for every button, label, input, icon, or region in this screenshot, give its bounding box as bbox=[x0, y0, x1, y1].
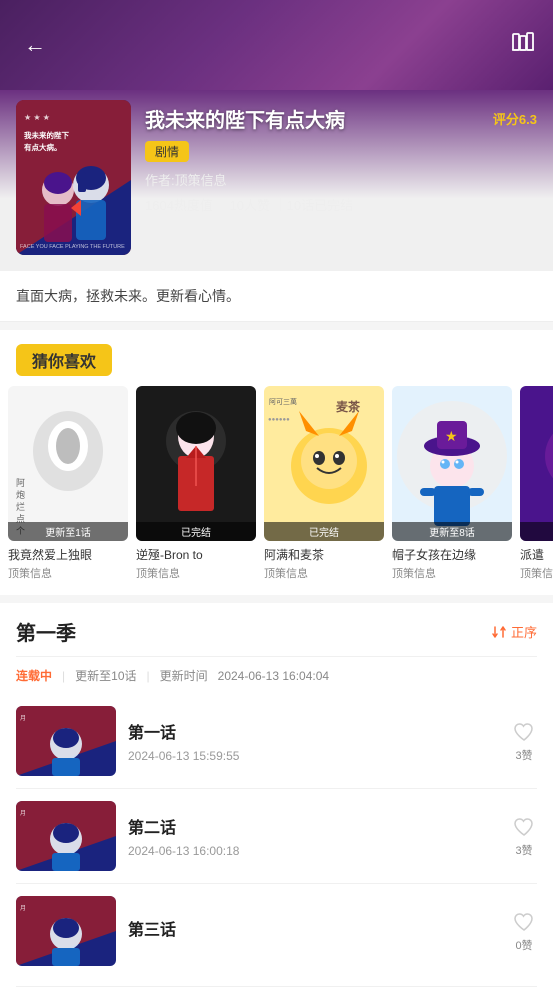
rec-status-1: 更新至1话 bbox=[8, 522, 128, 541]
rec-item-2[interactable]: 已完结 逆殛-Bron to 顶策信息 bbox=[136, 386, 256, 581]
season-title: 第一季 bbox=[16, 617, 76, 646]
like-icon-2 bbox=[511, 814, 537, 840]
back-button[interactable]: ← bbox=[16, 24, 54, 66]
rec-status-2: 已完结 bbox=[136, 522, 256, 541]
ep-info-3: 第三话 bbox=[128, 916, 499, 946]
recommendations-title: 猜你喜欢 bbox=[16, 344, 112, 376]
rec-author-4: 顶策信息 bbox=[392, 565, 512, 581]
ep-thumb-2: 月 bbox=[16, 801, 116, 871]
rec-cover-1: 阿 炮 烂 点 个 更新至1话 bbox=[8, 386, 128, 541]
manga-meta: 我未来的陛下有点大病 评分6.3 剧情 作者:顶策信息 1604热度值 ｜10人… bbox=[145, 100, 537, 214]
ep-date-2: 2024-06-13 16:00:18 bbox=[128, 844, 499, 858]
manga-stats: 1604热度值 ｜10人赞 ｜10话已完结 bbox=[145, 195, 537, 214]
rec-author-2: 顶策信息 bbox=[136, 565, 256, 581]
episode-item-3[interactable]: 月 第三话 0赞 bbox=[16, 884, 537, 987]
ep-thumb-3: 月 bbox=[16, 896, 116, 966]
genre-tag[interactable]: 剧情 bbox=[145, 141, 189, 162]
rec-cover-5: 更新 bbox=[520, 386, 553, 541]
season-order-button[interactable]: 正序 bbox=[491, 622, 537, 641]
season-section: 第一季 正序 连载中 | 更新至10话 | 更新时间 2024-06-13 16… bbox=[0, 603, 553, 987]
episode-item-2[interactable]: 月 第二话 2024-06-13 16:00:18 3赞 bbox=[16, 789, 537, 884]
svg-text:炮: 炮 bbox=[16, 489, 25, 500]
like-icon-1 bbox=[511, 719, 537, 745]
svg-text:★: ★ bbox=[445, 428, 458, 444]
rec-status-4: 更新至8话 bbox=[392, 522, 512, 541]
rec-item-1[interactable]: 阿 炮 烂 点 个 更新至1话 我竟然爱上独眼 顶策信息 bbox=[8, 386, 128, 581]
rec-title-1: 我竟然爱上独眼 bbox=[8, 546, 128, 563]
sort-icon bbox=[491, 624, 507, 640]
rec-title-3: 阿满和麦茶 bbox=[264, 546, 384, 563]
manga-info-card: ★ ★ ★ 我未来的陛下 有点大病。 bbox=[16, 90, 537, 255]
ep-like-1[interactable]: 3赞 bbox=[511, 719, 537, 763]
ep-thumb-1: 月 bbox=[16, 706, 116, 776]
main-content: 直面大病，拯救未来。更新看心情。 猜你喜欢 阿 炮 烂 点 个 bbox=[0, 271, 553, 987]
season-meta: 连载中 | 更新至10话 | 更新时间 2024-06-13 16:04:04 bbox=[16, 657, 537, 694]
season-status: 连载中 bbox=[16, 667, 52, 684]
header-banner: ← bbox=[0, 0, 553, 90]
rec-cover-3: 阿可三萬 麦茶 ●●●●●● 已完结 bbox=[264, 386, 384, 541]
rec-title-5: 派遣 bbox=[520, 546, 553, 563]
manga-title: 我未来的陛下有点大病 bbox=[145, 104, 345, 133]
svg-text:★ ★ ★: ★ ★ ★ bbox=[24, 113, 50, 122]
rec-cover-4: ★ 更新至8话 bbox=[392, 386, 512, 541]
svg-text:月: 月 bbox=[20, 905, 26, 912]
like-count-1: 3赞 bbox=[515, 747, 532, 763]
rec-author-5: 顶策信息 bbox=[520, 565, 553, 581]
rec-status-3: 已完结 bbox=[264, 522, 384, 541]
rec-item-5[interactable]: 更新 派遣 顶策信息 bbox=[520, 386, 553, 581]
ep-title-1: 第一话 bbox=[128, 719, 499, 743]
episode-item-1[interactable]: 月 第一话 2024-06-13 15:59:55 3赞 bbox=[16, 694, 537, 789]
svg-text:月: 月 bbox=[20, 810, 26, 817]
svg-text:烂: 烂 bbox=[16, 502, 25, 512]
rec-author-1: 顶策信息 bbox=[8, 565, 128, 581]
like-count-2: 3赞 bbox=[515, 842, 532, 858]
rec-item-4[interactable]: ★ 更新至8话 帽子女孩在边缘 顶策信息 bbox=[392, 386, 512, 581]
rec-title-2: 逆殛-Bron to bbox=[136, 546, 256, 563]
rec-status-5: 更新 bbox=[520, 522, 553, 541]
manga-info-section: ★ ★ ★ 我未来的陛下 有点大病。 bbox=[0, 90, 553, 271]
svg-text:有点大病。: 有点大病。 bbox=[24, 142, 62, 152]
manga-title-row: 我未来的陛下有点大病 评分6.3 bbox=[145, 104, 537, 133]
manga-cover: ★ ★ ★ 我未来的陛下 有点大病。 bbox=[16, 100, 131, 255]
ep-info-2: 第二话 2024-06-13 16:00:18 bbox=[128, 814, 499, 858]
ep-like-3[interactable]: 0赞 bbox=[511, 909, 537, 953]
recommendations-section-header: 猜你喜欢 bbox=[0, 330, 553, 386]
bookshelf-icon[interactable] bbox=[509, 28, 537, 62]
svg-text:阿可三萬: 阿可三萬 bbox=[269, 397, 297, 406]
rec-title-4: 帽子女孩在边缘 bbox=[392, 546, 512, 563]
ep-date-1: 2024-06-13 15:59:55 bbox=[128, 749, 499, 763]
ep-title-2: 第二话 bbox=[128, 814, 499, 838]
rating-badge: 评分6.3 bbox=[493, 109, 537, 128]
manga-author: 作者:顶策信息 bbox=[145, 170, 537, 189]
ep-like-2[interactable]: 3赞 bbox=[511, 814, 537, 858]
like-count-3: 0赞 bbox=[515, 937, 532, 953]
recommendations-scroll[interactable]: 阿 炮 烂 点 个 更新至1话 我竟然爱上独眼 顶策信息 bbox=[0, 386, 553, 595]
season-header: 第一季 正序 bbox=[16, 603, 537, 657]
svg-text:●●●●●●: ●●●●●● bbox=[268, 417, 290, 423]
svg-text:我未来的陛下: 我未来的陛下 bbox=[24, 130, 69, 140]
svg-text:阿: 阿 bbox=[16, 478, 25, 488]
rec-author-3: 顶策信息 bbox=[264, 565, 384, 581]
rec-item-3[interactable]: 阿可三萬 麦茶 ●●●●●● 已完结 阿满和麦茶 顶策信息 bbox=[264, 386, 384, 581]
svg-text:月: 月 bbox=[20, 715, 26, 722]
like-icon-3 bbox=[511, 909, 537, 935]
rec-cover-2: 已完结 bbox=[136, 386, 256, 541]
svg-text:麦茶: 麦茶 bbox=[336, 399, 361, 414]
ep-info-1: 第一话 2024-06-13 15:59:55 bbox=[128, 719, 499, 763]
svg-text:FACE YOU FACE PLAYING THE FUTU: FACE YOU FACE PLAYING THE FUTURE bbox=[20, 244, 125, 250]
ep-title-3: 第三话 bbox=[128, 916, 499, 940]
synopsis: 直面大病，拯救未来。更新看心情。 bbox=[0, 271, 553, 322]
